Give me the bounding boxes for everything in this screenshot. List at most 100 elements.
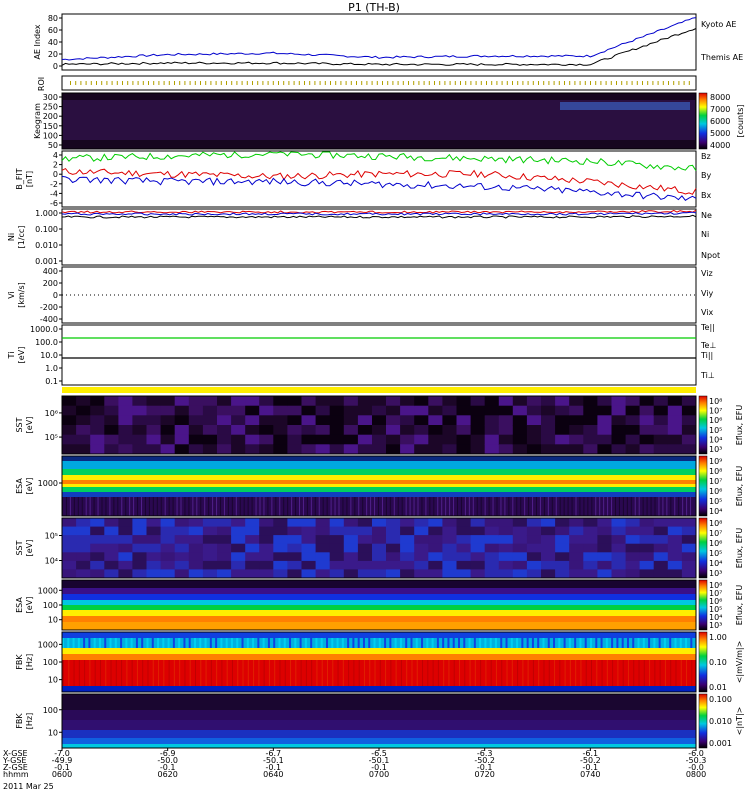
spectrogram-cell: [287, 444, 302, 455]
spectrogram-cell: [667, 526, 683, 536]
bfit-yunit: [nT]: [25, 171, 34, 187]
spectrogram-cell: [146, 396, 162, 407]
ytick-label: 10⁶: [45, 409, 58, 418]
ytick-label: 10: [48, 616, 58, 625]
spectrogram-streak: [532, 660, 534, 686]
spectrogram-streak: [81, 497, 83, 516]
spectrogram-streak: [464, 660, 466, 686]
spectrogram-cell: [625, 518, 641, 528]
spectrogram-streak: [315, 638, 318, 648]
spectrogram-streak: [571, 497, 573, 516]
keogram-ytick-group: 30025020015010050: [43, 93, 62, 150]
spectrogram-streak: [279, 497, 281, 516]
roi-marker: [402, 81, 404, 85]
spectrogram-streak: [437, 497, 439, 516]
spectrogram-cell: [90, 518, 105, 528]
spectrogram-cell: [245, 415, 260, 426]
spectrogram-band: [62, 605, 696, 610]
spectrogram-cell: [681, 560, 697, 570]
spectrogram-cell: [245, 569, 260, 579]
spectrogram-cell: [526, 543, 542, 553]
roi-marker: [470, 81, 472, 85]
spectrogram-cell: [526, 444, 542, 455]
spectrogram-streak: [278, 638, 281, 648]
spectrogram-streak: [348, 660, 350, 686]
spectrogram-cell: [90, 444, 105, 455]
spectrogram-cell: [625, 444, 641, 455]
spectrogram-streak: [642, 497, 644, 516]
roi-marker: [272, 81, 274, 85]
spectrogram-cell: [597, 535, 612, 545]
spectrogram-streak: [168, 660, 170, 686]
spectrogram-cell: [414, 518, 429, 528]
spectrogram-streak: [670, 497, 672, 516]
spectrogram-streak: [283, 497, 285, 516]
roi-marker: [543, 81, 545, 85]
spectrogram-cell: [653, 560, 669, 570]
spectrogram-cell: [569, 552, 584, 562]
spectrogram-cell: [611, 518, 627, 528]
spectrogram-cell: [428, 560, 443, 570]
spectrogram-streak: [336, 638, 339, 648]
roi-marker: [90, 81, 92, 85]
spectrogram-streak: [559, 497, 561, 516]
colorbar-tick-label: 10⁶: [709, 487, 722, 496]
colorbar-tick-label: 0.100: [709, 695, 732, 704]
spectrogram-cell: [329, 535, 345, 545]
roi-marker: [153, 81, 155, 85]
spectrogram-cell: [456, 535, 472, 545]
spectrogram-streak: [583, 497, 585, 516]
roi-marker: [179, 81, 181, 85]
spectrogram-streak: [162, 638, 165, 648]
spectrogram-streak: [294, 638, 297, 648]
spectrogram-cell: [386, 434, 401, 445]
spectrogram-streak: [146, 638, 149, 648]
roi-marker: [444, 81, 446, 85]
spectrogram-cell: [259, 569, 274, 579]
spectrogram-cell: [611, 396, 627, 407]
roi-marker: [408, 81, 409, 85]
roi-marker: [683, 81, 685, 85]
spectrogram-cell: [188, 425, 204, 436]
spectrogram-streak: [680, 660, 682, 686]
spectrogram-cell: [202, 543, 218, 553]
spectrogram-cell: [76, 526, 91, 536]
spectrogram-streak: [421, 638, 424, 648]
spectrogram-cell: [681, 396, 697, 407]
roi-marker: [314, 81, 316, 85]
spectrogram-cell: [442, 518, 457, 528]
spectrogram-cell: [132, 526, 147, 536]
spectrogram-streak: [63, 660, 64, 686]
ti-yunit: [eV]: [17, 347, 26, 364]
spectrogram-streak: [271, 497, 273, 516]
spectrogram-streak: [189, 660, 191, 686]
roi-marker: [142, 81, 144, 85]
ytick-label: 1.0: [45, 364, 58, 373]
spectrogram-streak: [314, 497, 316, 516]
spectrogram-band: [62, 710, 696, 720]
spectrogram-cell: [667, 552, 683, 562]
colorbar-tick-label: 10⁶: [709, 539, 722, 548]
spectrogram-cell: [512, 543, 528, 553]
spectrogram-cell: [639, 434, 655, 445]
ytick-label: 100: [43, 601, 58, 610]
ytick-label: 10: [48, 728, 58, 737]
roi-marker: [512, 81, 513, 85]
spectrogram-streak: [115, 660, 117, 686]
spectrogram-cell: [681, 444, 697, 455]
spectrogram-streak: [596, 660, 598, 686]
spectrogram-ylabel: SST: [15, 417, 24, 432]
spectrogram-cell: [512, 396, 528, 407]
spectrogram-streak: [505, 638, 508, 648]
roi-marker: [480, 81, 482, 85]
spectrogram-streak: [141, 638, 144, 648]
spectrogram-cell: [160, 535, 176, 545]
spectrogram-streak: [176, 497, 178, 516]
roi-marker: [304, 81, 305, 85]
spectrogram-cell: [456, 552, 472, 562]
colorbar-tick-label: 10³: [709, 445, 722, 454]
spectrogram-cell: [456, 415, 472, 426]
spectrogram-cell: [287, 518, 302, 528]
spectrogram-cell: [583, 552, 598, 562]
spectrogram-cell: [287, 434, 302, 445]
